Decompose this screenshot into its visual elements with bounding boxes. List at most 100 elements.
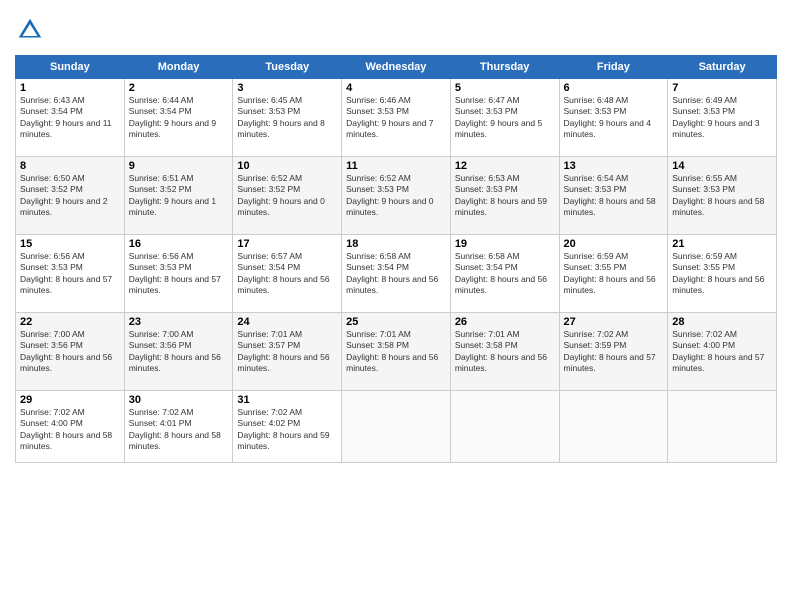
day-info: Sunrise: 7:02 AMSunset: 3:59 PMDaylight:… bbox=[564, 329, 664, 375]
day-cell: 7 Sunrise: 6:49 AMSunset: 3:53 PMDayligh… bbox=[668, 79, 777, 157]
day-cell: 15 Sunrise: 6:56 AMSunset: 3:53 PMDaylig… bbox=[16, 235, 125, 313]
day-info: Sunrise: 6:56 AMSunset: 3:53 PMDaylight:… bbox=[129, 251, 229, 297]
week-row-5: 29 Sunrise: 7:02 AMSunset: 4:00 PMDaylig… bbox=[16, 391, 777, 463]
day-info: Sunrise: 6:57 AMSunset: 3:54 PMDaylight:… bbox=[237, 251, 337, 297]
day-cell: 3 Sunrise: 6:45 AMSunset: 3:53 PMDayligh… bbox=[233, 79, 342, 157]
day-cell: 20 Sunrise: 6:59 AMSunset: 3:55 PMDaylig… bbox=[559, 235, 668, 313]
day-cell: 5 Sunrise: 6:47 AMSunset: 3:53 PMDayligh… bbox=[450, 79, 559, 157]
day-number: 20 bbox=[564, 238, 664, 250]
day-info: Sunrise: 6:59 AMSunset: 3:55 PMDaylight:… bbox=[564, 251, 664, 297]
col-header-saturday: Saturday bbox=[668, 56, 777, 79]
day-cell: 30 Sunrise: 7:02 AMSunset: 4:01 PMDaylig… bbox=[124, 391, 233, 463]
day-number: 3 bbox=[237, 82, 337, 94]
week-row-3: 15 Sunrise: 6:56 AMSunset: 3:53 PMDaylig… bbox=[16, 235, 777, 313]
week-row-1: 1 Sunrise: 6:43 AMSunset: 3:54 PMDayligh… bbox=[16, 79, 777, 157]
week-row-2: 8 Sunrise: 6:50 AMSunset: 3:52 PMDayligh… bbox=[16, 157, 777, 235]
day-info: Sunrise: 6:49 AMSunset: 3:53 PMDaylight:… bbox=[672, 95, 772, 141]
day-cell bbox=[342, 391, 451, 463]
day-number: 19 bbox=[455, 238, 555, 250]
day-cell: 23 Sunrise: 7:00 AMSunset: 3:56 PMDaylig… bbox=[124, 313, 233, 391]
day-info: Sunrise: 6:46 AMSunset: 3:53 PMDaylight:… bbox=[346, 95, 446, 141]
col-header-wednesday: Wednesday bbox=[342, 56, 451, 79]
day-number: 23 bbox=[129, 316, 229, 328]
day-info: Sunrise: 6:45 AMSunset: 3:53 PMDaylight:… bbox=[237, 95, 337, 141]
day-cell: 17 Sunrise: 6:57 AMSunset: 3:54 PMDaylig… bbox=[233, 235, 342, 313]
day-info: Sunrise: 6:52 AMSunset: 3:53 PMDaylight:… bbox=[346, 173, 446, 219]
day-info: Sunrise: 6:52 AMSunset: 3:52 PMDaylight:… bbox=[237, 173, 337, 219]
day-info: Sunrise: 6:48 AMSunset: 3:53 PMDaylight:… bbox=[564, 95, 664, 141]
day-info: Sunrise: 6:44 AMSunset: 3:54 PMDaylight:… bbox=[129, 95, 229, 141]
day-number: 7 bbox=[672, 82, 772, 94]
day-cell bbox=[559, 391, 668, 463]
day-number: 15 bbox=[20, 238, 120, 250]
day-info: Sunrise: 6:50 AMSunset: 3:52 PMDaylight:… bbox=[20, 173, 120, 219]
day-number: 30 bbox=[129, 394, 229, 406]
day-number: 21 bbox=[672, 238, 772, 250]
day-number: 5 bbox=[455, 82, 555, 94]
day-info: Sunrise: 7:02 AMSunset: 4:00 PMDaylight:… bbox=[20, 407, 120, 453]
day-cell: 31 Sunrise: 7:02 AMSunset: 4:02 PMDaylig… bbox=[233, 391, 342, 463]
day-cell: 27 Sunrise: 7:02 AMSunset: 3:59 PMDaylig… bbox=[559, 313, 668, 391]
day-number: 26 bbox=[455, 316, 555, 328]
logo bbox=[15, 15, 50, 45]
day-number: 16 bbox=[129, 238, 229, 250]
col-header-monday: Monday bbox=[124, 56, 233, 79]
day-info: Sunrise: 6:51 AMSunset: 3:52 PMDaylight:… bbox=[129, 173, 229, 219]
day-number: 13 bbox=[564, 160, 664, 172]
page: SundayMondayTuesdayWednesdayThursdayFrid… bbox=[0, 0, 792, 612]
week-row-4: 22 Sunrise: 7:00 AMSunset: 3:56 PMDaylig… bbox=[16, 313, 777, 391]
day-cell: 21 Sunrise: 6:59 AMSunset: 3:55 PMDaylig… bbox=[668, 235, 777, 313]
col-header-thursday: Thursday bbox=[450, 56, 559, 79]
calendar-table: SundayMondayTuesdayWednesdayThursdayFrid… bbox=[15, 55, 777, 463]
day-info: Sunrise: 7:02 AMSunset: 4:02 PMDaylight:… bbox=[237, 407, 337, 453]
day-cell: 18 Sunrise: 6:58 AMSunset: 3:54 PMDaylig… bbox=[342, 235, 451, 313]
day-cell: 12 Sunrise: 6:53 AMSunset: 3:53 PMDaylig… bbox=[450, 157, 559, 235]
day-cell: 4 Sunrise: 6:46 AMSunset: 3:53 PMDayligh… bbox=[342, 79, 451, 157]
day-number: 6 bbox=[564, 82, 664, 94]
day-number: 31 bbox=[237, 394, 337, 406]
day-info: Sunrise: 7:01 AMSunset: 3:57 PMDaylight:… bbox=[237, 329, 337, 375]
day-number: 17 bbox=[237, 238, 337, 250]
day-info: Sunrise: 7:00 AMSunset: 3:56 PMDaylight:… bbox=[20, 329, 120, 375]
day-info: Sunrise: 6:54 AMSunset: 3:53 PMDaylight:… bbox=[564, 173, 664, 219]
day-number: 25 bbox=[346, 316, 446, 328]
day-number: 18 bbox=[346, 238, 446, 250]
day-info: Sunrise: 6:43 AMSunset: 3:54 PMDaylight:… bbox=[20, 95, 120, 141]
day-cell: 2 Sunrise: 6:44 AMSunset: 3:54 PMDayligh… bbox=[124, 79, 233, 157]
day-info: Sunrise: 6:59 AMSunset: 3:55 PMDaylight:… bbox=[672, 251, 772, 297]
col-header-friday: Friday bbox=[559, 56, 668, 79]
day-cell: 29 Sunrise: 7:02 AMSunset: 4:00 PMDaylig… bbox=[16, 391, 125, 463]
day-cell: 1 Sunrise: 6:43 AMSunset: 3:54 PMDayligh… bbox=[16, 79, 125, 157]
day-cell: 28 Sunrise: 7:02 AMSunset: 4:00 PMDaylig… bbox=[668, 313, 777, 391]
day-info: Sunrise: 6:56 AMSunset: 3:53 PMDaylight:… bbox=[20, 251, 120, 297]
day-number: 12 bbox=[455, 160, 555, 172]
calendar-header-row: SundayMondayTuesdayWednesdayThursdayFrid… bbox=[16, 56, 777, 79]
day-number: 28 bbox=[672, 316, 772, 328]
day-cell: 9 Sunrise: 6:51 AMSunset: 3:52 PMDayligh… bbox=[124, 157, 233, 235]
day-info: Sunrise: 6:53 AMSunset: 3:53 PMDaylight:… bbox=[455, 173, 555, 219]
day-info: Sunrise: 6:58 AMSunset: 3:54 PMDaylight:… bbox=[346, 251, 446, 297]
day-number: 8 bbox=[20, 160, 120, 172]
day-number: 10 bbox=[237, 160, 337, 172]
day-number: 24 bbox=[237, 316, 337, 328]
day-cell: 8 Sunrise: 6:50 AMSunset: 3:52 PMDayligh… bbox=[16, 157, 125, 235]
col-header-sunday: Sunday bbox=[16, 56, 125, 79]
day-cell: 16 Sunrise: 6:56 AMSunset: 3:53 PMDaylig… bbox=[124, 235, 233, 313]
day-info: Sunrise: 6:47 AMSunset: 3:53 PMDaylight:… bbox=[455, 95, 555, 141]
day-cell: 26 Sunrise: 7:01 AMSunset: 3:58 PMDaylig… bbox=[450, 313, 559, 391]
day-info: Sunrise: 7:01 AMSunset: 3:58 PMDaylight:… bbox=[455, 329, 555, 375]
day-cell: 19 Sunrise: 6:58 AMSunset: 3:54 PMDaylig… bbox=[450, 235, 559, 313]
day-info: Sunrise: 7:02 AMSunset: 4:01 PMDaylight:… bbox=[129, 407, 229, 453]
day-cell: 22 Sunrise: 7:00 AMSunset: 3:56 PMDaylig… bbox=[16, 313, 125, 391]
day-cell: 6 Sunrise: 6:48 AMSunset: 3:53 PMDayligh… bbox=[559, 79, 668, 157]
col-header-tuesday: Tuesday bbox=[233, 56, 342, 79]
day-info: Sunrise: 7:01 AMSunset: 3:58 PMDaylight:… bbox=[346, 329, 446, 375]
header bbox=[15, 15, 777, 45]
day-cell bbox=[450, 391, 559, 463]
day-number: 14 bbox=[672, 160, 772, 172]
day-info: Sunrise: 7:00 AMSunset: 3:56 PMDaylight:… bbox=[129, 329, 229, 375]
day-number: 11 bbox=[346, 160, 446, 172]
day-cell: 25 Sunrise: 7:01 AMSunset: 3:58 PMDaylig… bbox=[342, 313, 451, 391]
day-info: Sunrise: 7:02 AMSunset: 4:00 PMDaylight:… bbox=[672, 329, 772, 375]
logo-icon bbox=[15, 15, 45, 45]
